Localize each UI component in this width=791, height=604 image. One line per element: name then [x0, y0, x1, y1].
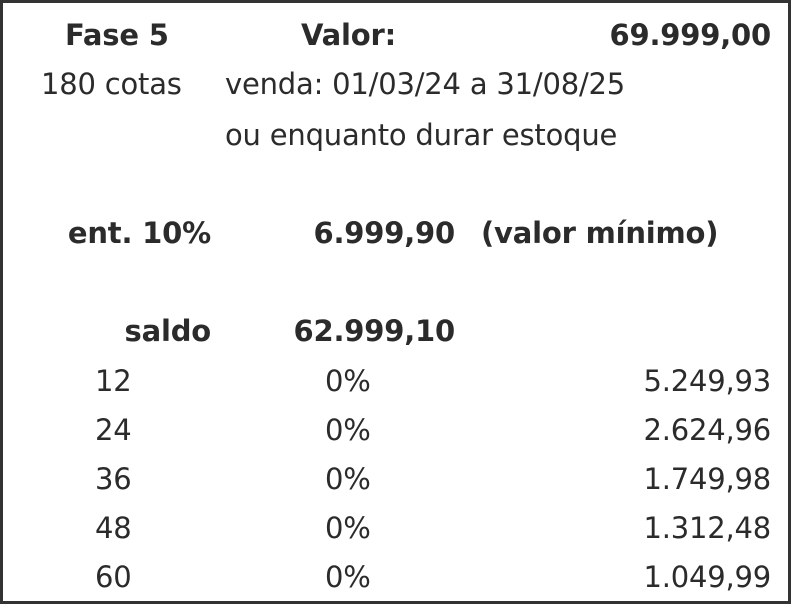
- installment-amount: 1.312,48: [643, 511, 771, 545]
- installment-amount: 2.624,96: [643, 413, 771, 447]
- sale-period: venda: 01/03/24 a 31/08/25: [225, 67, 626, 101]
- installment-amount: 5.249,93: [643, 364, 771, 398]
- phase-label: Fase 5: [65, 18, 169, 52]
- installment-rate: 0%: [325, 511, 371, 545]
- balance-label: saldo: [124, 314, 212, 348]
- installment-months: 36: [95, 462, 132, 496]
- total-value: 69.999,00: [609, 18, 772, 52]
- installment-months: 48: [95, 511, 132, 545]
- installment-months: 60: [95, 560, 132, 594]
- quota-count: 180 cotas: [41, 67, 182, 101]
- stock-note: ou enquanto durar estoque: [225, 118, 618, 152]
- down-payment-label: ent. 10%: [67, 216, 211, 250]
- installment-rate: 0%: [325, 413, 371, 447]
- down-payment-value: 6.999,90: [313, 216, 455, 250]
- installment-amount: 1.749,98: [643, 462, 771, 496]
- down-payment-note: (valor mínimo): [481, 216, 719, 250]
- installment-months: 24: [95, 413, 132, 447]
- installment-rate: 0%: [325, 364, 371, 398]
- installment-amount: 1.049,99: [643, 560, 771, 594]
- installment-rate: 0%: [325, 560, 371, 594]
- installment-rate: 0%: [325, 462, 371, 496]
- balance-value: 62.999,10: [293, 314, 456, 348]
- price-table: Fase 5 Valor: 69.999,00 180 cotas venda:…: [0, 0, 791, 604]
- value-label: Valor:: [301, 18, 396, 52]
- installment-months: 12: [95, 364, 132, 398]
